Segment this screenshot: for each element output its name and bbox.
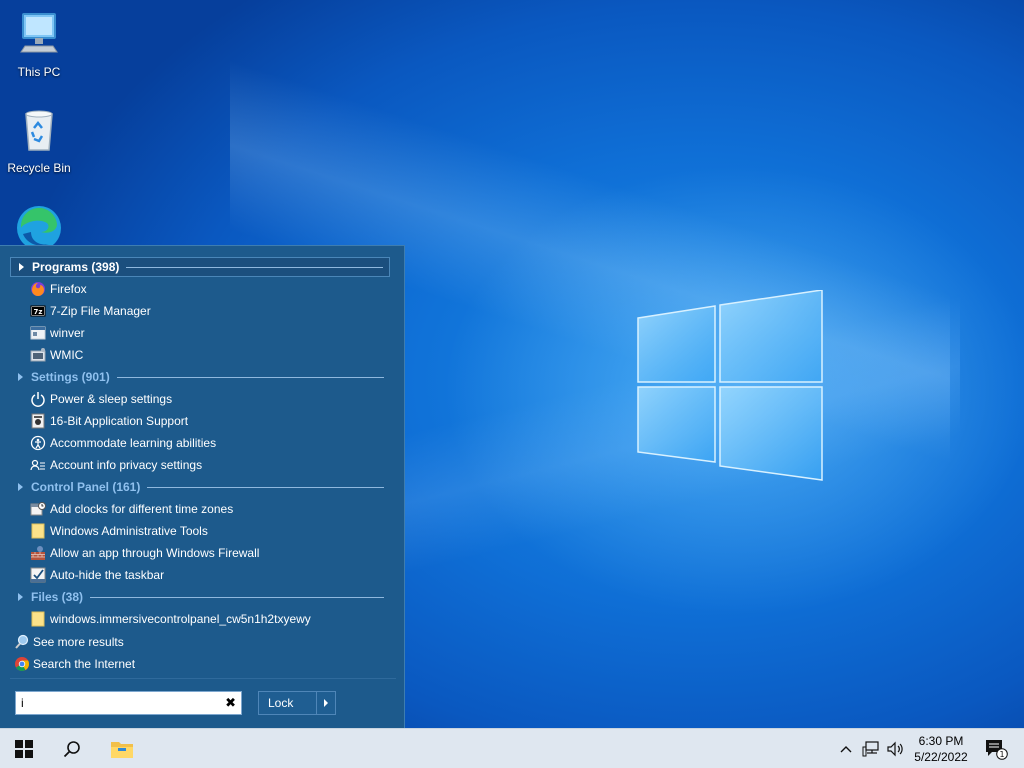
computer-icon (20, 13, 58, 53)
result-item-wmic[interactable]: WMIC (30, 345, 83, 365)
result-label: Windows Administrative Tools (50, 524, 208, 538)
result-item-learning-abilities[interactable]: Accommodate learning abilities (30, 433, 216, 453)
search-icon (63, 741, 80, 758)
result-label: WMIC (50, 348, 84, 362)
power-icon (30, 391, 46, 407)
result-item-add-clocks[interactable]: Add clocks for different time zones (30, 499, 233, 519)
panel-divider (10, 678, 396, 679)
ease-of-access-icon (30, 435, 46, 451)
firefox-icon (30, 281, 46, 297)
result-item-7zip[interactable]: 7z 7-Zip File Manager (30, 301, 151, 321)
wmic-icon (30, 347, 46, 363)
see-more-label: See more results (33, 635, 124, 649)
section-divider (147, 486, 384, 488)
desktop-icon-recycle-bin[interactable]: Recycle Bin (1, 106, 77, 175)
window-app-icon (30, 325, 46, 341)
result-item-account-privacy[interactable]: Account info privacy settings (30, 455, 202, 475)
windows-logo-wallpaper (637, 290, 823, 481)
section-title: Programs (398) (32, 260, 120, 274)
firewall-icon (30, 545, 46, 561)
chrome-icon (14, 656, 30, 672)
speaker-icon (887, 741, 903, 757)
result-item-winver[interactable]: winver (30, 323, 85, 343)
desktop-icon-this-pc[interactable]: This PC (1, 10, 77, 79)
see-more-results-link[interactable]: See more results (14, 632, 124, 652)
7zip-icon: 7z (30, 303, 46, 319)
search-button[interactable] (48, 729, 96, 768)
result-item-auto-hide-taskbar[interactable]: Auto-hide the taskbar (30, 565, 164, 585)
volume-button[interactable] (884, 729, 908, 768)
notification-count: 1 (999, 750, 1004, 759)
taskbar-settings-icon (30, 567, 46, 583)
clock-time: 6:30 PM (918, 734, 964, 748)
result-label: winver (50, 326, 85, 340)
app-support-icon (30, 413, 46, 429)
start-menu-search-panel: Programs (398) Firefox 7z 7-Zip File Man… (0, 245, 405, 728)
expand-arrow-icon (18, 373, 23, 381)
notification-icon: 1 (986, 740, 1008, 760)
result-label: Firefox (50, 282, 87, 296)
start-button[interactable] (0, 729, 48, 768)
action-center-button[interactable]: 1 (978, 729, 1014, 768)
section-divider (126, 266, 383, 268)
result-label: Account info privacy settings (50, 458, 203, 472)
result-label: 7-Zip File Manager (50, 304, 151, 318)
expand-arrow-icon (19, 263, 24, 271)
expand-arrow-icon (18, 483, 23, 491)
section-header-programs[interactable]: Programs (398) (10, 257, 390, 277)
clock-calendar-icon (30, 501, 46, 517)
taskbar: 6:30 PM 5/22/2022 1 (0, 728, 1024, 768)
desktop-icon-label: This PC (17, 65, 61, 79)
chevron-up-icon (840, 746, 852, 753)
network-button[interactable] (859, 729, 883, 768)
section-header-control-panel[interactable]: Control Panel (161) (10, 477, 390, 497)
section-title: Settings (901) (31, 370, 110, 384)
section-title: Files (38) (31, 590, 84, 604)
result-label: Add clocks for different time zones (50, 502, 234, 516)
result-label: windows.immersivecontrolpanel_cw5n1h2txy… (50, 612, 311, 626)
result-label: Auto-hide the taskbar (50, 568, 165, 582)
clock-date: 5/22/2022 (914, 750, 968, 764)
section-divider (116, 376, 384, 378)
recycle-bin-icon (25, 110, 53, 151)
folder-icon (30, 611, 46, 627)
search-input[interactable] (16, 693, 216, 713)
section-title: Control Panel (161) (31, 480, 141, 494)
result-label: 16-Bit Application Support (50, 414, 189, 428)
search-box[interactable]: ✖ (15, 691, 242, 715)
windows-start-icon (15, 740, 33, 758)
power-options-arrow-icon[interactable] (317, 699, 335, 707)
folder-icon (30, 523, 46, 539)
account-privacy-icon (30, 457, 46, 473)
desktop-icon-label: Recycle Bin (7, 161, 71, 175)
section-divider (90, 596, 384, 598)
svg-text:7z: 7z (34, 308, 43, 316)
lock-button-label[interactable]: Lock (259, 696, 316, 710)
file-explorer-icon (111, 742, 133, 758)
result-item-16bit-support[interactable]: 16-Bit Application Support (30, 411, 188, 431)
result-label: Accommodate learning abilities (50, 436, 217, 450)
search-icon (14, 634, 30, 650)
result-label: Power & sleep settings (50, 392, 173, 406)
section-header-files[interactable]: Files (38) (10, 587, 390, 607)
show-hidden-icons-button[interactable] (836, 729, 856, 768)
lock-split-button[interactable]: Lock (258, 691, 336, 715)
result-label: Allow an app through Windows Firewall (50, 546, 260, 560)
expand-arrow-icon (18, 593, 23, 601)
search-internet-label: Search the Internet (33, 657, 136, 671)
clock-button[interactable]: 6:30 PM 5/22/2022 (910, 729, 972, 768)
result-item-power-sleep[interactable]: Power & sleep settings (30, 389, 172, 409)
result-item-firefox[interactable]: Firefox (30, 279, 87, 299)
search-internet-link[interactable]: Search the Internet (14, 654, 135, 674)
file-explorer-button[interactable] (98, 729, 146, 768)
network-icon (862, 741, 879, 757)
result-item-admin-tools[interactable]: Windows Administrative Tools (30, 521, 208, 541)
section-header-settings[interactable]: Settings (901) (10, 367, 390, 387)
result-item-firewall[interactable]: Allow an app through Windows Firewall (30, 543, 259, 563)
clear-search-icon[interactable]: ✖ (225, 695, 236, 711)
result-item-immersivecontrolpanel[interactable]: windows.immersivecontrolpanel_cw5n1h2txy… (30, 609, 311, 629)
